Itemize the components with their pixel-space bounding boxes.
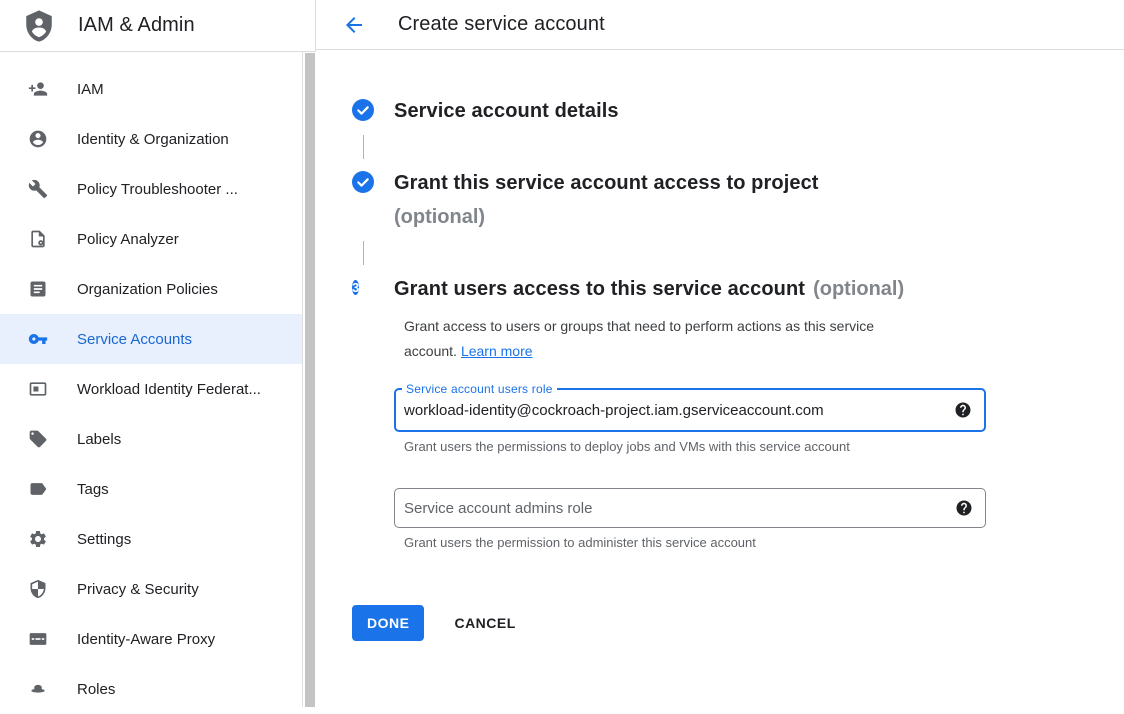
sidebar: IAM & Admin IAM Identity & Organization … <box>0 0 316 707</box>
shield-icon <box>28 579 48 599</box>
cancel-button[interactable]: CANCEL <box>454 615 515 631</box>
step-2-grant-access-to-project[interactable]: Grant this service account access to pro… <box>352 166 1124 234</box>
sidebar-item-identity-organization[interactable]: Identity & Organization <box>0 114 302 164</box>
step-number-badge: 3 <box>352 277 374 299</box>
service-account-admins-role-field[interactable] <box>394 488 986 528</box>
step-title: Grant users access to this service accou… <box>394 278 805 300</box>
form-actions: DONE CANCEL <box>352 605 1124 641</box>
step-3-grant-users-access[interactable]: 3 Grant users access to this service acc… <box>352 272 1124 306</box>
sidebar-item-organization-policies[interactable]: Organization Policies <box>0 264 302 314</box>
step-connector-line <box>363 135 364 159</box>
sidebar-item-label: Roles <box>77 681 115 698</box>
step-connector-row <box>352 234 1124 272</box>
sidebar-item-policy-analyzer[interactable]: Policy Analyzer <box>0 214 302 264</box>
sidebar-item-tags[interactable]: Tags <box>0 464 302 514</box>
sidebar-item-label: Labels <box>77 431 121 448</box>
id-card-icon <box>28 379 48 399</box>
person-add-icon <box>28 79 48 99</box>
tag-arrow-icon <box>28 479 48 499</box>
proxy-strip-icon <box>28 629 48 649</box>
step-optional-label: (optional) <box>813 278 904 300</box>
check-circle-icon <box>352 99 374 121</box>
service-account-key-icon <box>28 329 48 349</box>
sidebar-header: IAM & Admin <box>0 0 316 52</box>
sidebar-item-workload-identity-federation[interactable]: Workload Identity Federat... <box>0 364 302 414</box>
step-optional-label: (optional) <box>394 200 819 234</box>
sidebar-item-label: Service Accounts <box>77 331 192 348</box>
sidebar-item-label: Policy Troubleshooter ... <box>77 181 238 198</box>
service-account-admins-role-input[interactable] <box>395 489 985 527</box>
wrench-icon <box>28 179 48 199</box>
step-description: Grant access to users or groups that nee… <box>404 314 969 364</box>
page-title: Create service account <box>398 13 605 36</box>
main-panel: Create service account Service account d… <box>316 0 1124 707</box>
sidebar-item-service-accounts[interactable]: Service Accounts <box>0 314 302 364</box>
step-1-service-account-details[interactable]: Service account details <box>352 94 1124 128</box>
sidebar-item-policy-troubleshooter[interactable]: Policy Troubleshooter ... <box>0 164 302 214</box>
step-title: Grant this service account access to pro… <box>394 172 819 194</box>
sidebar-item-label: Settings <box>77 531 131 548</box>
sidebar-item-label: Privacy & Security <box>77 581 199 598</box>
sidebar-item-label: IAM <box>77 81 104 98</box>
back-arrow-icon <box>342 13 366 37</box>
help-icon[interactable] <box>954 401 972 419</box>
field-helper-text: Grant users the permissions to deploy jo… <box>404 439 986 455</box>
app-root: IAM & Admin IAM Identity & Organization … <box>0 0 1124 707</box>
identity-circle-icon <box>28 129 48 149</box>
step-title: Service account details <box>394 100 619 122</box>
service-account-users-role-input[interactable] <box>396 390 984 430</box>
service-account-users-role-field[interactable]: Service account users role <box>394 388 986 432</box>
sidebar-item-label: Organization Policies <box>77 281 218 298</box>
hat-icon <box>28 679 48 699</box>
sidebar-nav: IAM Identity & Organization Policy Troub… <box>0 64 302 714</box>
shield-person-icon <box>22 8 56 44</box>
sidebar-item-privacy-security[interactable]: Privacy & Security <box>0 564 302 614</box>
sidebar-title: IAM & Admin <box>78 14 195 37</box>
sidebar-scrollbar-track <box>302 52 316 707</box>
step-connector-row <box>352 128 1124 166</box>
help-icon[interactable] <box>955 499 973 517</box>
sidebar-item-label: Policy Analyzer <box>77 231 179 248</box>
sidebar-item-iam[interactable]: IAM <box>0 64 302 114</box>
learn-more-link[interactable]: Learn more <box>461 343 533 359</box>
sidebar-item-identity-aware-proxy[interactable]: Identity-Aware Proxy <box>0 614 302 664</box>
sidebar-item-label: Workload Identity Federat... <box>77 381 261 398</box>
roles-form: Service account users role Grant users t… <box>394 388 986 551</box>
done-button[interactable]: DONE <box>352 605 424 641</box>
sidebar-scrollbar-thumb[interactable] <box>305 53 315 707</box>
step-connector-line <box>363 241 364 265</box>
topbar: Create service account <box>316 0 1124 50</box>
sidebar-item-label: Identity & Organization <box>77 131 229 148</box>
back-button[interactable] <box>342 13 366 37</box>
sidebar-item-label: Tags <box>77 481 109 498</box>
field-label: Service account users role <box>402 382 557 396</box>
create-service-account-form: Service account details Grant this servi… <box>316 50 1124 641</box>
document-gear-icon <box>28 229 48 249</box>
sidebar-item-label: Identity-Aware Proxy <box>77 631 215 648</box>
field-helper-text: Grant users the permission to administer… <box>404 535 986 551</box>
sidebar-item-labels[interactable]: Labels <box>0 414 302 464</box>
label-tag-icon <box>28 429 48 449</box>
check-circle-icon <box>352 171 374 193</box>
gear-icon <box>28 529 48 549</box>
document-lines-icon <box>28 279 48 299</box>
sidebar-item-settings[interactable]: Settings <box>0 514 302 564</box>
